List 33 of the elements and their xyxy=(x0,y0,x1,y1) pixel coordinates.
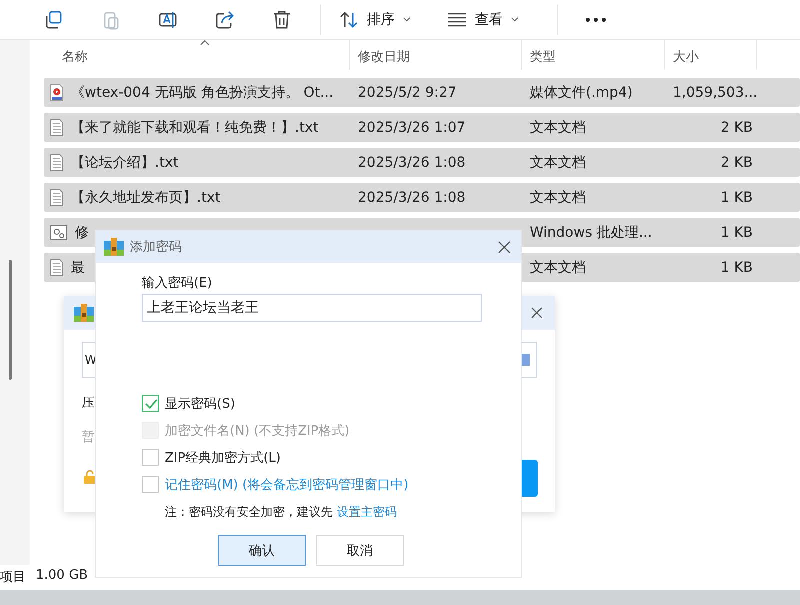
file-type: 媒体文件(.mp4) xyxy=(530,84,633,100)
total-size: 1.00 GB xyxy=(36,568,88,585)
file-size: 1 KB xyxy=(720,260,753,276)
dialog-title: 添加密码 xyxy=(130,239,183,256)
password-label: 输入密码(E) xyxy=(142,275,212,292)
file-size: 1 KB xyxy=(720,190,753,206)
file-name: 修 xyxy=(75,224,89,242)
file-size: 1,059,503... xyxy=(673,84,757,100)
file-date: 2025/5/2 9:27 xyxy=(358,84,457,100)
file-type: 文本文档 xyxy=(530,260,586,276)
file-type: Windows 批处理... xyxy=(530,224,652,240)
file-name: 【来了就能下载和观看！纯免费！】.txt xyxy=(71,118,319,136)
file-name: 最 xyxy=(71,258,85,276)
file-size: 2 KB xyxy=(720,120,753,136)
option-label: 加密文件名(N) (不支持ZIP格式) xyxy=(165,422,350,440)
note-text: 注：密码没有安全加密，建议先 xyxy=(165,505,333,519)
file-name: 【论坛介绍】.txt xyxy=(71,154,179,172)
file-type: 文本文档 xyxy=(530,120,586,136)
label-text: 压 xyxy=(82,395,95,412)
option-label: ZIP经典加密方式(L) xyxy=(165,450,281,466)
hint-text: 暂 xyxy=(82,429,95,446)
file-date: 2025/3/26 1:08 xyxy=(358,190,466,206)
file-size: 1 KB xyxy=(720,224,753,240)
file-type: 文本文档 xyxy=(530,190,586,206)
item-count: 项目 xyxy=(0,569,26,586)
file-size: 2 KB xyxy=(720,154,753,170)
file-name: 《wtex-004 无码版 角色扮演支持。 Ot... xyxy=(71,84,334,102)
file-date: 2025/3/26 1:07 xyxy=(358,120,466,136)
file-type: 文本文档 xyxy=(530,154,586,170)
option-label: 记住密码(M) (将会备忘到密码管理窗口中) xyxy=(165,476,409,494)
option-label: 显示密码(S) xyxy=(165,396,236,412)
file-date: 2025/3/26 1:08 xyxy=(358,154,466,170)
file-name: 【永久地址发布页】.txt xyxy=(71,188,221,206)
